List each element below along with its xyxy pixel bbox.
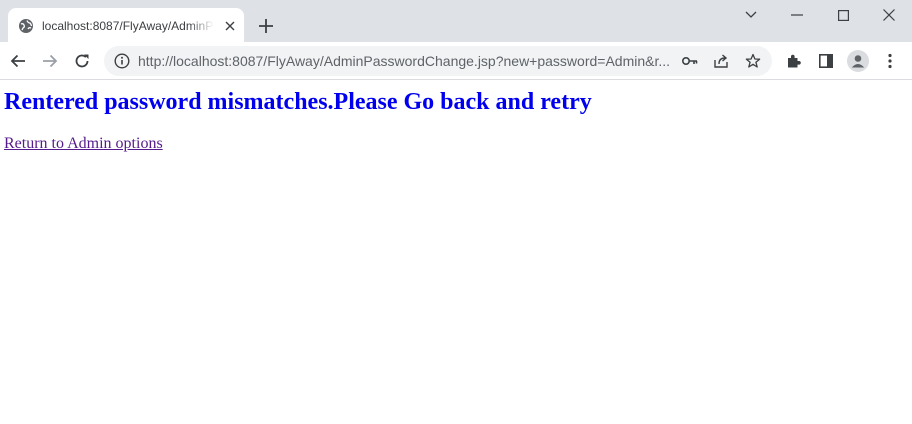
minimize-icon[interactable] — [774, 0, 820, 30]
return-to-admin-link[interactable]: Return to Admin options — [4, 134, 163, 154]
error-heading: Rentered password mismatches.Please Go b… — [4, 89, 592, 115]
key-icon[interactable] — [680, 51, 700, 71]
star-icon[interactable] — [743, 51, 763, 71]
info-icon[interactable] — [114, 53, 130, 69]
forward-arrow-icon[interactable] — [36, 47, 64, 75]
side-panel-icon[interactable] — [812, 47, 840, 75]
tab-close-icon[interactable] — [222, 18, 238, 34]
maximize-icon[interactable] — [820, 0, 866, 30]
tab-strip: localhost:8087/FlyAway/AdminPasswordChan… — [0, 0, 912, 42]
extensions-icon[interactable] — [780, 47, 808, 75]
close-icon[interactable] — [866, 0, 912, 30]
globe-icon — [18, 18, 34, 34]
address-bar[interactable]: http://localhost:8087/FlyAway/AdminPassw… — [104, 46, 772, 76]
chevron-down-icon[interactable] — [728, 0, 774, 30]
back-arrow-icon[interactable] — [4, 47, 32, 75]
tab-title: localhost:8087/FlyAway/AdminPasswordChan… — [42, 19, 214, 33]
more-menu-icon[interactable] — [876, 47, 904, 75]
reload-icon[interactable] — [68, 47, 96, 75]
url-text[interactable]: http://localhost:8087/FlyAway/AdminPassw… — [138, 46, 678, 76]
new-tab-plus-icon[interactable] — [254, 14, 278, 38]
browser-toolbar: http://localhost:8087/FlyAway/AdminPassw… — [0, 42, 912, 80]
page-content: Rentered password mismatches.Please Go b… — [0, 80, 912, 424]
browser-tab[interactable]: localhost:8087/FlyAway/AdminPasswordChan… — [8, 8, 244, 42]
share-icon[interactable] — [711, 51, 731, 71]
profile-icon[interactable] — [844, 47, 872, 75]
